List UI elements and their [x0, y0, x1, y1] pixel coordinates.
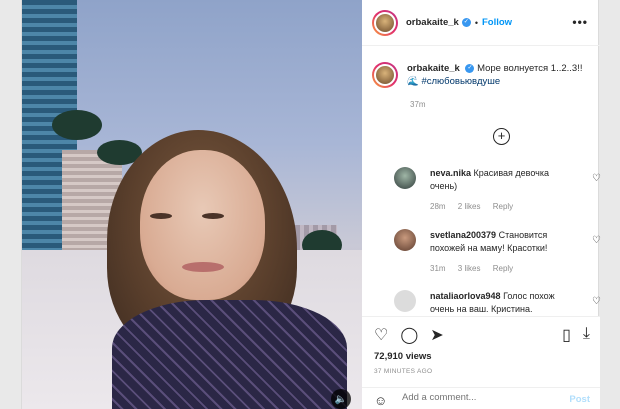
caption-hashtag[interactable]: #слюбовьювдуше — [421, 76, 500, 87]
emoji-icon[interactable]: ☺ — [374, 393, 387, 408]
avatar[interactable] — [372, 9, 398, 36]
posted-time: 37 MINUTES AGO — [374, 368, 433, 375]
avatar[interactable] — [394, 229, 416, 251]
action-icons-right: ▯ ⤓ — [562, 325, 590, 345]
ellipsis-icon[interactable]: ••• — [572, 15, 588, 29]
post-video[interactable]: 🔈 — [22, 0, 362, 409]
share-icon[interactable]: ➤ — [430, 325, 443, 345]
post-caption: orbakaite_k ✓ Море волнуется 1..2..3!! 🌊… — [372, 62, 592, 109]
speaker-icon: 🔈 — [334, 393, 348, 405]
palm-tree — [52, 110, 102, 140]
add-comment-bar: ☺ Post — [362, 387, 600, 409]
post-button[interactable]: Post — [569, 394, 590, 405]
verified-icon: ✓ — [461, 18, 471, 27]
subject-eye-left — [150, 213, 172, 219]
action-bar: ♡ ◯ ➤ ▯ ⤓ 72,910 views 37 MINUTES AGO ☺ … — [362, 316, 600, 409]
subject-jacket — [112, 300, 347, 409]
comment-username[interactable]: neva.nika — [430, 168, 471, 178]
action-icons-left: ♡ ◯ ➤ — [374, 325, 444, 345]
subject-lips — [182, 262, 224, 272]
heart-icon[interactable]: ♡ — [592, 173, 601, 184]
download-icon[interactable]: ⤓ — [583, 325, 590, 345]
post-modal: 🔈 orbakaite_k ✓ • Follow ••• orbakaite_k… — [21, 0, 601, 409]
subject-face — [140, 150, 265, 300]
separator-dot: • — [474, 17, 478, 28]
comment-body: nataliaorlova948 Голос похож очень на ва… — [430, 290, 570, 316]
comment-icon[interactable]: ◯ — [400, 325, 418, 345]
comment-meta: 28m 2 likes Reply — [430, 202, 523, 211]
views-count[interactable]: 72,910 views — [374, 351, 432, 362]
caption-time: 37m — [410, 100, 426, 109]
comment-time: 31m — [430, 264, 446, 273]
subject-eye-right — [202, 213, 224, 219]
comment-reply[interactable]: Reply — [493, 202, 513, 211]
heart-icon[interactable]: ♡ — [592, 296, 601, 307]
comment-reply[interactable]: Reply — [493, 264, 513, 273]
heart-icon[interactable]: ♡ — [592, 235, 601, 246]
comment-body: svetlana200379 Становится похожей на мам… — [430, 229, 570, 255]
follow-button[interactable]: Follow — [482, 17, 512, 28]
comment-username[interactable]: svetlana200379 — [430, 230, 496, 240]
avatar[interactable] — [372, 62, 398, 88]
plus-circle-icon[interactable]: + — [493, 128, 510, 145]
add-comment-input[interactable] — [402, 392, 552, 403]
header-username[interactable]: orbakaite_k — [406, 17, 459, 28]
post-header: orbakaite_k ✓ • Follow ••• — [362, 0, 600, 46]
post-side-panel: orbakaite_k ✓ • Follow ••• orbakaite_k ✓… — [362, 0, 601, 409]
avatar[interactable] — [394, 167, 416, 189]
page-background: 🔈 orbakaite_k ✓ • Follow ••• orbakaite_k… — [0, 0, 620, 409]
comment-likes[interactable]: 3 likes — [458, 264, 481, 273]
heart-icon[interactable]: ♡ — [374, 325, 388, 345]
avatar[interactable] — [394, 290, 416, 312]
comment-likes[interactable]: 2 likes — [458, 202, 481, 211]
comment-meta: 31m 3 likes Reply — [430, 264, 523, 273]
bookmark-icon[interactable]: ▯ — [562, 325, 571, 345]
comment-body: neva.nika Красивая девочка очень) — [430, 167, 570, 193]
caption-username[interactable]: orbakaite_k — [407, 63, 460, 74]
comment-time: 28m — [430, 202, 446, 211]
comment-username[interactable]: nataliaorlova948 — [430, 291, 501, 301]
sound-toggle-button[interactable]: 🔈 — [331, 389, 351, 409]
verified-icon: ✓ — [465, 63, 475, 73]
caption-text-block: orbakaite_k ✓ Море волнуется 1..2..3!! 🌊… — [407, 62, 587, 88]
